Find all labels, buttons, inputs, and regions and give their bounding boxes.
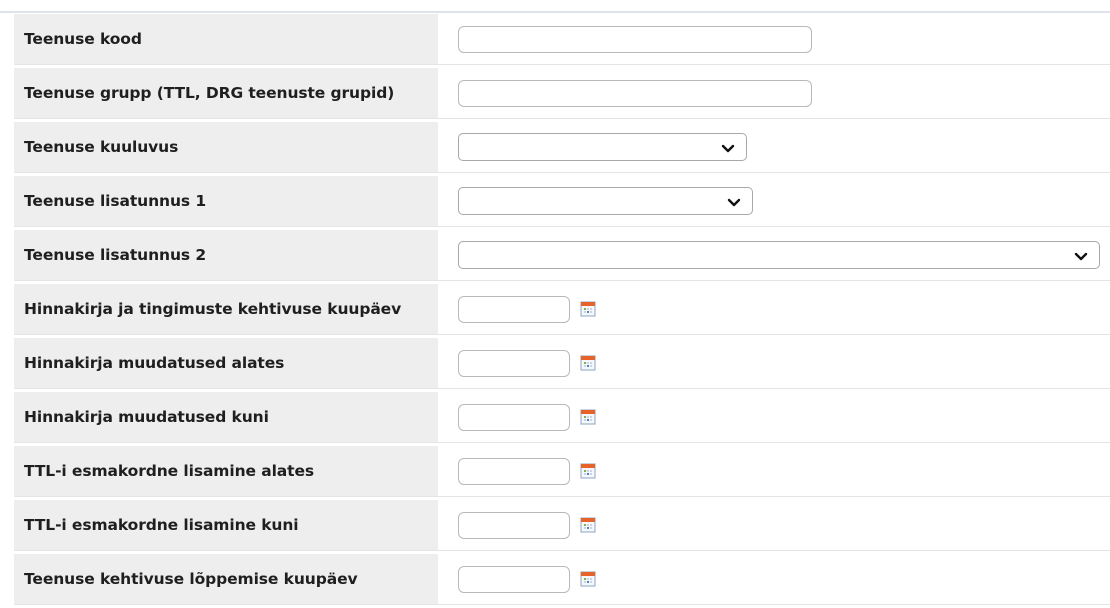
service-group-input[interactable] [458,79,812,107]
pricelist-valid-date-input[interactable] [458,295,570,323]
additional-attr-2-select[interactable] [458,241,1100,269]
field-label: TTL-i esmakordne lisamine kuni [14,500,438,550]
calendar-icon[interactable] [580,517,596,533]
form-row-additional-attr-1: Teenuse lisatunnus 1 [14,176,1110,227]
form-row-pricelist-valid-date: Hinnakirja ja tingimuste kehtivuse kuupä… [14,284,1110,335]
top-divider [0,0,1110,13]
form-row-ttl-first-added-from: TTL-i esmakordne lisamine alates [14,446,1110,497]
form-row-service-end-date: Teenuse kehtivuse lõppemise kuupäev [14,554,1110,605]
form-row-ttl-first-added-to: TTL-i esmakordne lisamine kuni [14,500,1110,551]
field-label: Teenuse kuuluvus [14,122,438,172]
field-label: Teenuse kood [14,14,438,64]
calendar-icon[interactable] [580,301,596,317]
field-label: Teenuse grupp (TTL, DRG teenuste grupid) [14,68,438,118]
pricelist-changes-to-input[interactable] [458,403,570,431]
form-row-additional-attr-2: Teenuse lisatunnus 2 [14,230,1110,281]
chevron-down-icon [727,198,741,207]
form-row-service-code: Teenuse kood [14,14,1110,65]
search-form: Teenuse kood Teenuse grupp (TTL, DRG tee… [14,14,1110,608]
form-row-pricelist-changes-to: Hinnakirja muudatused kuni [14,392,1110,443]
ttl-first-added-to-input[interactable] [458,511,570,539]
form-row-service-affiliation: Teenuse kuuluvus [14,122,1110,173]
calendar-icon[interactable] [580,571,596,587]
form-row-service-group: Teenuse grupp (TTL, DRG teenuste grupid) [14,68,1110,119]
field-label: Hinnakirja ja tingimuste kehtivuse kuupä… [14,284,438,334]
field-label: TTL-i esmakordne lisamine alates [14,446,438,496]
chevron-down-icon [1074,252,1088,261]
ttl-first-added-from-input[interactable] [458,457,570,485]
field-label: Hinnakirja muudatused kuni [14,392,438,442]
calendar-icon[interactable] [580,409,596,425]
calendar-icon[interactable] [580,355,596,371]
field-label: Teenuse kehtivuse lõppemise kuupäev [14,554,438,604]
field-label: Hinnakirja muudatused alates [14,338,438,388]
pricelist-changes-from-input[interactable] [458,349,570,377]
service-end-date-input[interactable] [458,565,570,593]
additional-attr-1-select[interactable] [458,187,753,215]
field-label: Teenuse lisatunnus 1 [14,176,438,226]
form-row-pricelist-changes-from: Hinnakirja muudatused alates [14,338,1110,389]
chevron-down-icon [721,144,735,153]
service-affiliation-select[interactable] [458,133,747,161]
field-label: Teenuse lisatunnus 2 [14,230,438,280]
service-code-input[interactable] [458,25,812,53]
calendar-icon[interactable] [580,463,596,479]
